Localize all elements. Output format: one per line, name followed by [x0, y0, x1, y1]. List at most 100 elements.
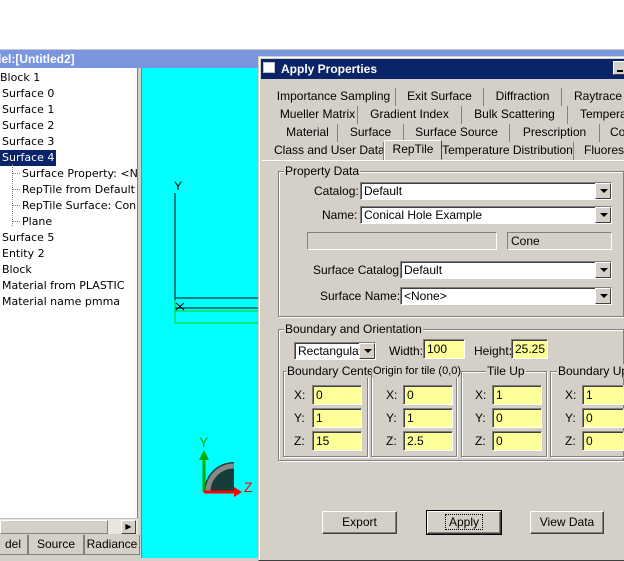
surface-name-select-value: <None>	[404, 289, 447, 303]
y-label: Y:	[565, 411, 576, 425]
view-data-button[interactable]: View Data	[530, 511, 604, 534]
scrollbar-thumb[interactable]	[0, 520, 108, 534]
z-label: Z:	[565, 434, 576, 448]
tab-fluorescence[interactable]: Fluoresc	[574, 142, 624, 160]
tree-item[interactable]: RepTile from Default	[22, 182, 135, 198]
tree-item[interactable]: Material from PLASTIC	[2, 278, 124, 294]
tree-item[interactable]: Surface Property: <Non	[22, 166, 137, 182]
name-label: Name:	[322, 208, 358, 222]
tree-horizontal-scrollbar[interactable]: ▶	[0, 518, 138, 534]
property-readonly-field	[307, 232, 497, 250]
z-label: Z:	[475, 434, 486, 448]
tile-origin-z-input[interactable]: 2.5	[403, 431, 453, 451]
tab-class-and-user-data[interactable]: Class and User Data	[274, 142, 384, 160]
tab-exit-surface[interactable]: Exit Surface	[396, 88, 484, 106]
chevron-down-icon[interactable]	[595, 207, 611, 223]
tab-source[interactable]: Source	[28, 535, 84, 555]
screen-top-area	[0, 0, 624, 50]
x-label: X:	[565, 388, 577, 402]
dialog-titlebar[interactable]: Apply Properties	[261, 59, 624, 79]
boundary-center-label: Boundary Center	[286, 364, 379, 378]
surface-name-select[interactable]: <None>	[400, 287, 612, 305]
export-button[interactable]: Export	[322, 511, 397, 534]
model-window-title: del:[Untitled2]	[0, 52, 75, 66]
surface-catalog-select[interactable]: Default	[400, 261, 612, 279]
chevron-down-icon[interactable]	[595, 288, 611, 304]
minimize-icon[interactable]	[613, 61, 624, 75]
tree-item[interactable]: RepTile Surface: Conica	[22, 198, 137, 214]
tab-temperature[interactable]: Tempera	[568, 106, 624, 124]
tree-item[interactable]: Surface 3	[2, 134, 54, 150]
tree-item[interactable]: Material name pmma	[2, 294, 120, 310]
tree-connector	[12, 173, 20, 174]
boundary-up-label: Boundary Up	[557, 364, 624, 378]
apply-button-label: Apply	[444, 514, 484, 530]
tile-up-y-input[interactable]: 0	[492, 408, 542, 428]
triad-z-arrow	[234, 487, 242, 497]
boundary-shape-select[interactable]: Rectangular	[294, 342, 376, 360]
surface-catalog-label: Surface Catalog:	[313, 263, 403, 277]
catalog-select-value: Default	[364, 184, 403, 198]
property-data-group-label: Property Data	[284, 164, 361, 178]
chevron-down-icon[interactable]	[595, 183, 611, 199]
name-select-value: Conical Hole Example	[364, 208, 483, 222]
tree-item[interactable]: Plane	[22, 214, 52, 230]
tree-item[interactable]: Block 1	[0, 70, 40, 86]
tab-temperature-distribution[interactable]: Temperature Distribution	[442, 142, 574, 160]
tree-item-selected[interactable]: Surface 4	[0, 150, 57, 166]
height-input[interactable]: 25.25	[511, 339, 548, 359]
tree-item[interactable]: Surface 5	[2, 230, 54, 246]
tab-bulk-scattering[interactable]: Bulk Scattering	[462, 106, 568, 124]
chevron-down-icon[interactable]	[595, 262, 611, 278]
viewport-y-axis-label: Y	[174, 179, 183, 193]
z-label: Z:	[386, 434, 397, 448]
tab-raytrace[interactable]: Raytrace F	[562, 88, 624, 106]
tab-co[interactable]: Co	[600, 124, 624, 142]
boundary-center-x-input[interactable]: 0	[312, 385, 362, 405]
tile-origin-x-input[interactable]: 0	[403, 385, 453, 405]
tab-diffraction[interactable]: Diffraction	[484, 88, 562, 106]
boundary-up-x-input[interactable]: 1	[582, 385, 624, 405]
catalog-select[interactable]: Default	[360, 182, 612, 200]
scroll-right-arrow-icon[interactable]: ▶	[121, 520, 136, 534]
tree-item[interactable]: Surface 0	[2, 86, 54, 102]
tree-item[interactable]: Surface 2	[2, 118, 54, 134]
boundary-center-y-input[interactable]: 1	[312, 408, 362, 428]
boundary-up-y-input[interactable]: 0	[582, 408, 624, 428]
name-select[interactable]: Conical Hole Example	[360, 206, 612, 224]
boundary-center-z-input[interactable]: 15	[312, 431, 362, 451]
tile-up-x-input[interactable]: 1	[492, 385, 542, 405]
width-input[interactable]: 100	[423, 339, 465, 359]
tree-item[interactable]: Surface 1	[2, 102, 54, 118]
tab-mueller-matrix[interactable]: Mueller Matrix	[278, 106, 358, 124]
y-label: Y:	[475, 411, 486, 425]
boundary-shape-select-value: Rectangular	[298, 344, 363, 358]
tab-reptile[interactable]: RepTile	[384, 140, 442, 160]
boundary-up-z-input[interactable]: 0	[582, 431, 624, 451]
tile-up-z-input[interactable]: 0	[492, 431, 542, 451]
boundary-orientation-group-label: Boundary and Orientation	[284, 322, 423, 336]
tile-origin-y-input[interactable]: 1	[403, 408, 453, 428]
chevron-down-icon[interactable]	[359, 343, 375, 359]
tab-prescription[interactable]: Prescription	[510, 124, 600, 142]
catalog-label: Catalog:	[314, 184, 359, 198]
tree-item[interactable]: Entity 2	[2, 246, 45, 262]
tree-item[interactable]: Block	[2, 262, 32, 278]
tree-connector	[12, 205, 20, 206]
apply-button[interactable]: Apply	[426, 510, 502, 535]
surface-name-label: Surface Name:	[320, 289, 401, 303]
model-tree[interactable]: Block 1 Surface 0 Surface 1 Surface 2 Su…	[0, 68, 138, 518]
bottom-tab-strip: del Source Radiance	[0, 535, 140, 557]
tab-model[interactable]: del	[0, 535, 28, 555]
tab-gradient-index[interactable]: Gradient Index	[358, 106, 462, 124]
surface-catalog-select-value: Default	[404, 263, 443, 277]
tab-material[interactable]: Material	[278, 124, 338, 142]
height-label: Height:	[474, 344, 513, 358]
tab-radiance[interactable]: Radiance	[84, 535, 140, 555]
3d-viewport[interactable]: Y Y Z	[141, 68, 262, 558]
tree-connector	[12, 221, 20, 222]
window-icon	[263, 62, 275, 73]
y-label: Y:	[386, 411, 397, 425]
tile-up-label: Tile Up	[486, 364, 526, 378]
tab-importance-sampling[interactable]: Importance Sampling	[272, 88, 396, 106]
